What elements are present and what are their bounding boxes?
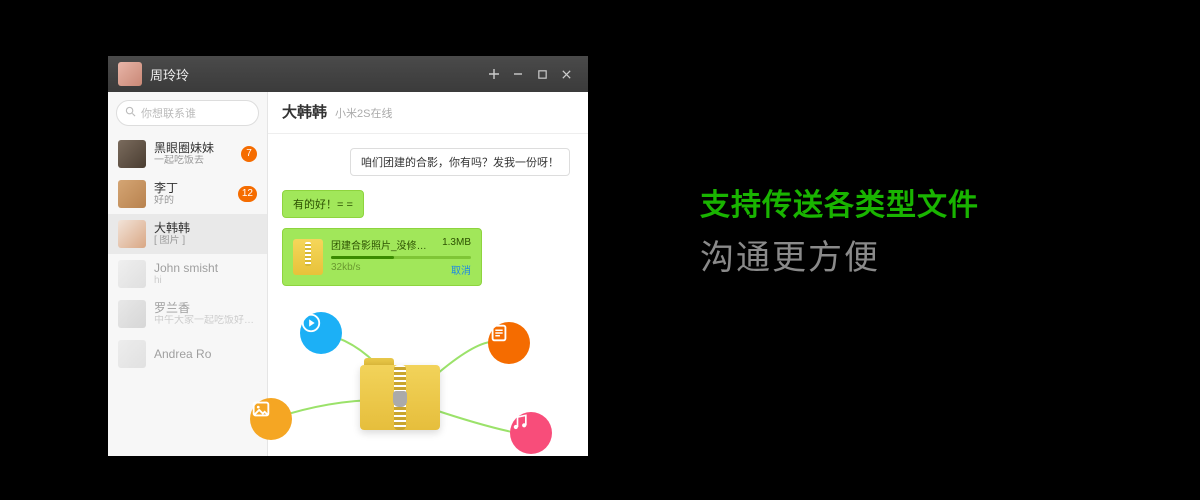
contact-name: 黑眼圈妹妹 xyxy=(154,141,237,155)
user-avatar[interactable] xyxy=(118,62,142,86)
zip-file-icon xyxy=(293,239,323,275)
zip-folder-icon xyxy=(360,340,440,430)
chat-header: 大韩韩 小米2S在线 xyxy=(268,92,588,134)
message-outgoing: 有的好！= = xyxy=(282,190,364,218)
image-type-icon xyxy=(250,398,292,440)
marketing-subline: 沟通更方便 xyxy=(700,230,979,279)
add-button[interactable] xyxy=(482,64,506,84)
file-size: 1.3MB xyxy=(442,237,471,252)
file-transfer-bubble[interactable]: 团建合影照片_没修改.zip 1.3MB 32kb/s 取消 xyxy=(282,228,482,286)
contact-avatar xyxy=(118,300,146,328)
contact-avatar xyxy=(118,220,146,248)
marketing-headline: 支持传送各类型文件 xyxy=(700,180,979,224)
contact-preview: [ 图片 ] xyxy=(154,235,257,247)
chat-title: 大韩韩 xyxy=(282,92,327,134)
close-button[interactable] xyxy=(554,64,578,84)
chat-status: 小米2S在线 xyxy=(335,105,392,121)
contact-preview: 一起吃饭去 xyxy=(154,155,237,167)
search-placeholder: 你想联系谁 xyxy=(141,105,196,121)
file-type-visualization xyxy=(170,300,590,480)
music-type-icon xyxy=(510,412,552,454)
message-incoming: 咱们团建的合影，你有吗？发我一份呀！ xyxy=(350,148,570,176)
file-cancel-link[interactable]: 取消 xyxy=(451,262,471,277)
contact-avatar xyxy=(118,340,146,368)
document-type-icon xyxy=(488,322,530,364)
file-progress-bar xyxy=(331,256,471,259)
contact-avatar xyxy=(118,260,146,288)
user-name: 周玲玲 xyxy=(150,65,189,84)
video-type-icon xyxy=(300,312,342,354)
contact-preview: 好的 xyxy=(154,195,234,207)
minimize-button[interactable] xyxy=(506,64,530,84)
contact-avatar xyxy=(118,180,146,208)
search-input[interactable]: 你想联系谁 xyxy=(116,100,259,126)
unread-badge: 12 xyxy=(238,186,257,202)
unread-badge: 7 xyxy=(241,146,257,162)
titlebar: 周玲玲 xyxy=(108,56,588,92)
maximize-button[interactable] xyxy=(530,64,554,84)
contact-item[interactable]: 黑眼圈妹妹 一起吃饭去 7 xyxy=(108,134,267,174)
search-icon xyxy=(125,106,136,120)
contact-name: 大韩韩 xyxy=(154,221,257,235)
contact-item[interactable]: John smisht hi xyxy=(108,254,267,294)
contact-avatar xyxy=(118,140,146,168)
file-name: 团建合影照片_没修改.zip xyxy=(331,237,431,252)
contact-item[interactable]: 大韩韩 [ 图片 ] xyxy=(108,214,267,254)
file-speed: 32kb/s xyxy=(331,262,360,277)
contact-item[interactable]: 李丁 好的 12 xyxy=(108,174,267,214)
contact-name: 李丁 xyxy=(154,181,234,195)
marketing-copy: 支持传送各类型文件 沟通更方便 xyxy=(700,180,979,279)
contact-preview: hi xyxy=(154,275,257,287)
contact-name: John smisht xyxy=(154,261,257,275)
